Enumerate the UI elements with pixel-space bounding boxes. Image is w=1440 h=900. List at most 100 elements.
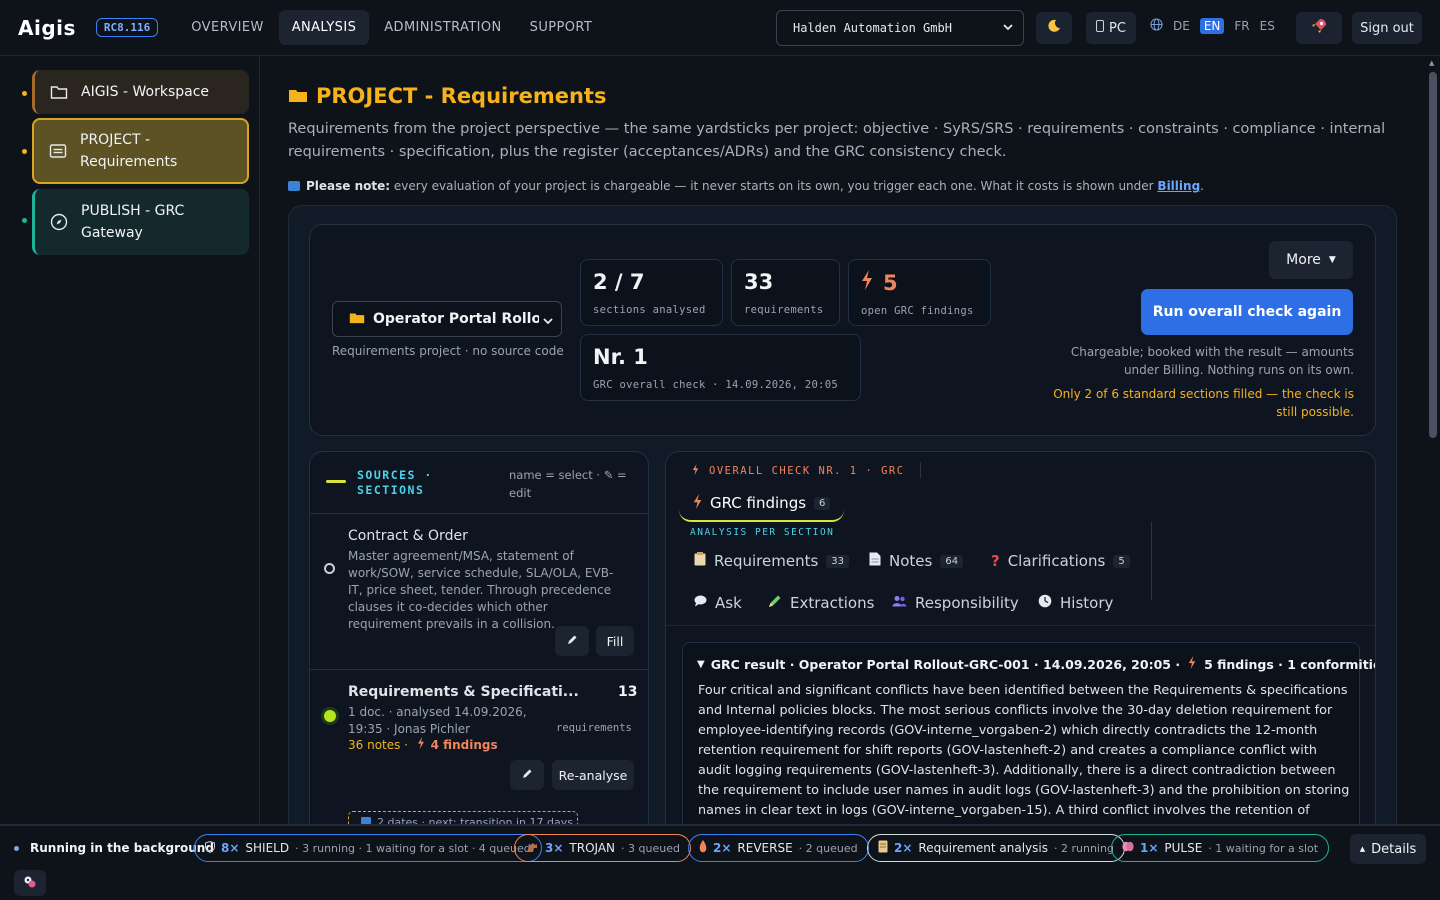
page-title-text: PROJECT - Requirements	[316, 84, 607, 108]
source-meta: 1 doc. · analysed 14.09.2026, 19:35 · Jo…	[348, 705, 527, 736]
source-item[interactable]: Contract & Order Master agreement/MSA, s…	[310, 514, 648, 670]
lang-en[interactable]: EN	[1199, 18, 1225, 34]
grc-result-summary: Four critical and significant conflicts …	[698, 683, 1350, 824]
caret-down-icon: ▼	[1328, 255, 1336, 265]
tab-count: 5	[1113, 554, 1130, 568]
job-count: 8×	[221, 841, 240, 855]
tab-requirements[interactable]: Requirements 33	[694, 552, 850, 570]
sidebar-item-workspace[interactable]: AIGIS - Workspace	[32, 70, 249, 114]
job-requirement-analysis[interactable]: 2× Requirement analysis · 2 running	[867, 834, 1125, 862]
tab-ask[interactable]: Ask	[694, 594, 742, 612]
tab-history[interactable]: History	[1038, 594, 1113, 612]
stat-sections: 2 / 7 sections analysed	[580, 259, 723, 326]
folder-icon	[288, 84, 308, 108]
assistant-button[interactable]	[14, 870, 46, 896]
source-notes-row: 36 notes · 4 findings	[348, 737, 548, 754]
project-select-value: Operator Portal Rollout	[373, 311, 539, 327]
project-select[interactable]: Operator Portal Rollout	[332, 301, 562, 337]
source-item[interactable]: Requirements & Specificati... 1 doc. · a…	[310, 670, 648, 820]
sources-hint: name = select · ✎ = edit	[509, 468, 627, 500]
tab-count: 33	[826, 554, 850, 568]
job-status: · 2 running	[1053, 841, 1114, 855]
nav-overview[interactable]: OVERVIEW	[178, 10, 276, 45]
job-name: Requirement analysis	[918, 841, 1048, 855]
organization-select[interactable]: Halden Automation GmbH	[776, 10, 1024, 46]
nav-support[interactable]: SUPPORT	[517, 10, 606, 45]
status-dot	[14, 845, 19, 851]
section-marker	[326, 480, 346, 483]
grc-result-header[interactable]: ▼ GRC result · Operator Portal Rollout-G…	[697, 656, 1375, 672]
tab-label: Requirements	[714, 552, 819, 570]
tab-label: History	[1060, 594, 1114, 612]
sections-warning: Only 2 of 6 standard sections filled — t…	[1053, 387, 1354, 419]
version-badge: RC8.116	[95, 18, 159, 37]
lang-fr[interactable]: FR	[1234, 19, 1249, 33]
people-icon	[892, 595, 907, 611]
stat-requirements: 33 requirements	[731, 259, 840, 326]
dates-hint[interactable]: 2 dates · next: transition in 17 days	[348, 811, 578, 824]
sources-title: SOURCES · SECTIONS	[357, 468, 433, 497]
page-scrollbar[interactable]: ▲	[1426, 56, 1440, 824]
compass-icon	[49, 212, 69, 232]
device-button[interactable]: PC	[1086, 12, 1136, 44]
sidebar-item-grc-gateway[interactable]: PUBLISH - GRC Gateway	[32, 189, 249, 255]
phone-icon	[1096, 20, 1105, 36]
summary-panel: Operator Portal Rollout Requirements pro…	[309, 224, 1376, 436]
edit-button[interactable]	[510, 760, 544, 790]
re-analyse-button[interactable]: Re-analyse	[552, 760, 634, 790]
edit-button[interactable]	[555, 626, 589, 656]
app-logo[interactable]: Aigis	[18, 16, 76, 40]
source-name[interactable]: Contract & Order	[348, 528, 468, 544]
stat-value-row: 5	[861, 270, 978, 295]
launch-button[interactable]	[1296, 12, 1342, 44]
run-overall-check-button[interactable]: Run overall check again	[1141, 289, 1353, 335]
note-text: every evaluation of your project is char…	[393, 179, 1154, 193]
stat-label: requirements	[744, 304, 824, 316]
tab-grc-findings[interactable]: GRC findings 6	[679, 486, 845, 522]
stat-value: 33	[744, 270, 774, 294]
source-name[interactable]: Requirements & Specificati...	[348, 684, 579, 700]
tab-notes[interactable]: Notes 64	[869, 552, 964, 570]
source-radio[interactable]	[324, 563, 335, 574]
findings-count[interactable]: 4 findings	[431, 738, 498, 752]
lang-es[interactable]: ES	[1260, 19, 1275, 33]
sign-out-button[interactable]: Sign out	[1352, 12, 1422, 44]
nav-administration[interactable]: ADMINISTRATION	[371, 10, 514, 45]
theme-toggle-button[interactable]	[1036, 12, 1072, 44]
tab-responsibility[interactable]: Responsibility	[892, 594, 1019, 612]
pen-icon	[768, 594, 782, 612]
scroll-up-icon[interactable]: ▲	[1429, 59, 1434, 67]
clock-icon	[1038, 594, 1052, 612]
sources-header: SOURCES · SECTIONS name = select · ✎ = e…	[310, 452, 648, 514]
stat-value: Nr. 1	[593, 345, 648, 369]
project-subtitle: Requirements project · no source code	[332, 344, 564, 358]
notes-count[interactable]: 36 notes ·	[348, 738, 408, 752]
sidebar-item-requirements[interactable]: PROJECT - Requirements	[32, 118, 249, 184]
brain-icon	[1122, 841, 1134, 855]
job-shield[interactable]: 8× SHIELD · 3 running · 1 waiting for a …	[194, 834, 542, 862]
tab-label: Notes	[889, 552, 933, 570]
fill-button[interactable]: Fill	[596, 626, 634, 656]
charge-note: Chargeable; booked with the result — amo…	[1070, 345, 1354, 377]
sidebar-item-label: PUBLISH - GRC Gateway	[81, 203, 185, 241]
nav-analysis[interactable]: ANALYSIS	[278, 10, 370, 45]
lang-de[interactable]: DE	[1173, 19, 1190, 33]
note-end: .	[1200, 179, 1204, 193]
sidebar-dot	[22, 91, 27, 96]
job-reverse[interactable]: 2× REVERSE · 2 queued	[688, 834, 869, 862]
info-icon	[288, 181, 300, 191]
question-icon: ?	[991, 552, 1000, 570]
top-bar: Aigis RC8.116 OVERVIEW ANALYSIS ADMINIST…	[0, 0, 1440, 56]
tab-extractions[interactable]: Extractions	[768, 594, 874, 612]
job-trojan[interactable]: 3× TROJAN · 3 queued	[514, 834, 691, 862]
tab-clarifications[interactable]: ? Clarifications 5	[991, 552, 1130, 570]
stat-value: 2 / 7	[593, 270, 645, 294]
background-label-text: Running in the background	[30, 841, 214, 855]
details-button[interactable]: ▲ Details	[1350, 834, 1426, 864]
scrollbar-thumb[interactable]	[1429, 72, 1437, 438]
rocket-icon	[1310, 17, 1328, 39]
stat-overall-check: Nr. 1 GRC overall check · 14.09.2026, 20…	[580, 334, 861, 401]
job-pulse[interactable]: 1× PULSE · 1 waiting for a slot	[1111, 834, 1330, 862]
more-button[interactable]: More ▼	[1269, 241, 1353, 279]
billing-link[interactable]: Billing	[1157, 179, 1200, 193]
